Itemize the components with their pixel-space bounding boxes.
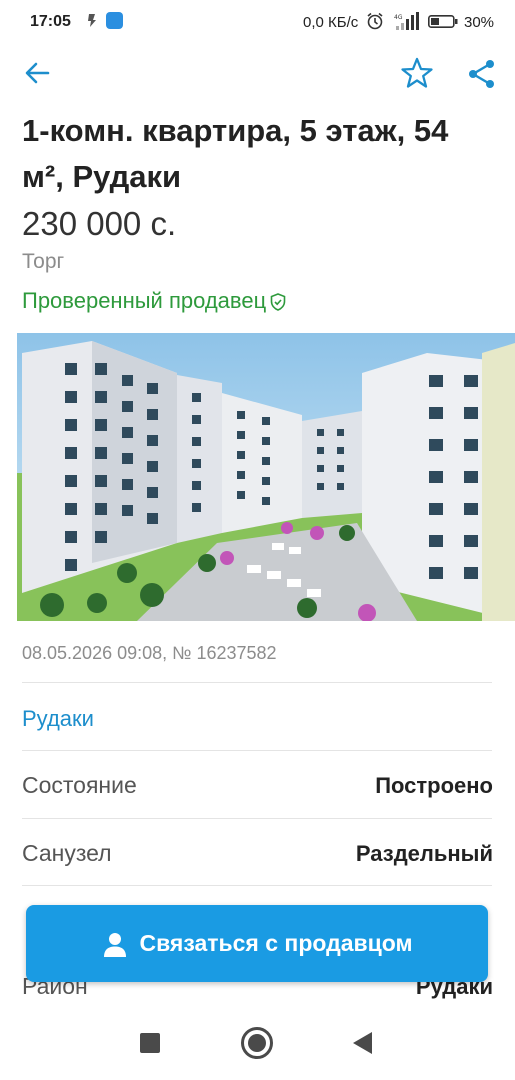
listing-photo[interactable] bbox=[17, 333, 515, 621]
status-battery-percent: 30% bbox=[464, 14, 495, 31]
verified-seller-label: Проверенный продавец bbox=[22, 288, 267, 313]
status-net-speed: 0,0 КБ/с bbox=[303, 14, 359, 31]
detail-value-bathroom: Раздельный bbox=[355, 841, 493, 866]
notification-icon bbox=[88, 14, 96, 27]
star-outline-icon[interactable] bbox=[400, 56, 434, 90]
battery-icon bbox=[428, 15, 458, 28]
detail-value-condition: Построено bbox=[375, 773, 493, 798]
svg-text:4G: 4G bbox=[394, 14, 403, 21]
listing-date-number: 08.05.2026 09:08, № 16237582 bbox=[22, 643, 277, 663]
divider bbox=[22, 682, 492, 683]
share-icon[interactable] bbox=[466, 58, 498, 90]
alarm-icon bbox=[367, 12, 383, 30]
listing-title: 1-комн. квартира, 5 этаж, 54 м², Рудаки bbox=[22, 113, 449, 194]
divider bbox=[22, 818, 492, 819]
home-icon[interactable] bbox=[240, 1026, 274, 1060]
divider bbox=[22, 885, 492, 886]
status-time: 17:05 bbox=[30, 13, 71, 30]
signal-icon: 4G bbox=[394, 12, 419, 30]
person-icon bbox=[104, 932, 127, 957]
app-bar bbox=[0, 52, 515, 96]
contact-seller-button[interactable]: Связаться с продавцом bbox=[26, 905, 488, 982]
detail-label-condition: Состояние bbox=[22, 772, 137, 798]
verified-shield-icon bbox=[270, 293, 286, 311]
screen: 17:05 0,0 КБ/с 4G 30% 1-комн. квартира, … bbox=[0, 0, 515, 1080]
divider bbox=[22, 750, 492, 751]
listing-price: 230 000 с. bbox=[22, 205, 177, 242]
recent-apps-icon[interactable] bbox=[140, 1033, 160, 1053]
location-link[interactable]: Рудаки bbox=[22, 706, 94, 732]
detail-label-bathroom: Санузел bbox=[22, 840, 112, 866]
system-nav-bar bbox=[0, 1005, 515, 1080]
back-arrow-icon[interactable] bbox=[22, 58, 52, 88]
app-notification-icon bbox=[106, 12, 123, 29]
bargain-label: Торг bbox=[22, 250, 65, 273]
nav-back-icon[interactable] bbox=[350, 1030, 374, 1056]
verified-seller: Проверенный продавец bbox=[22, 288, 286, 314]
status-bar: 17:05 0,0 КБ/с 4G 30% bbox=[0, 0, 515, 44]
contact-seller-label: Связаться с продавцом bbox=[139, 930, 413, 956]
